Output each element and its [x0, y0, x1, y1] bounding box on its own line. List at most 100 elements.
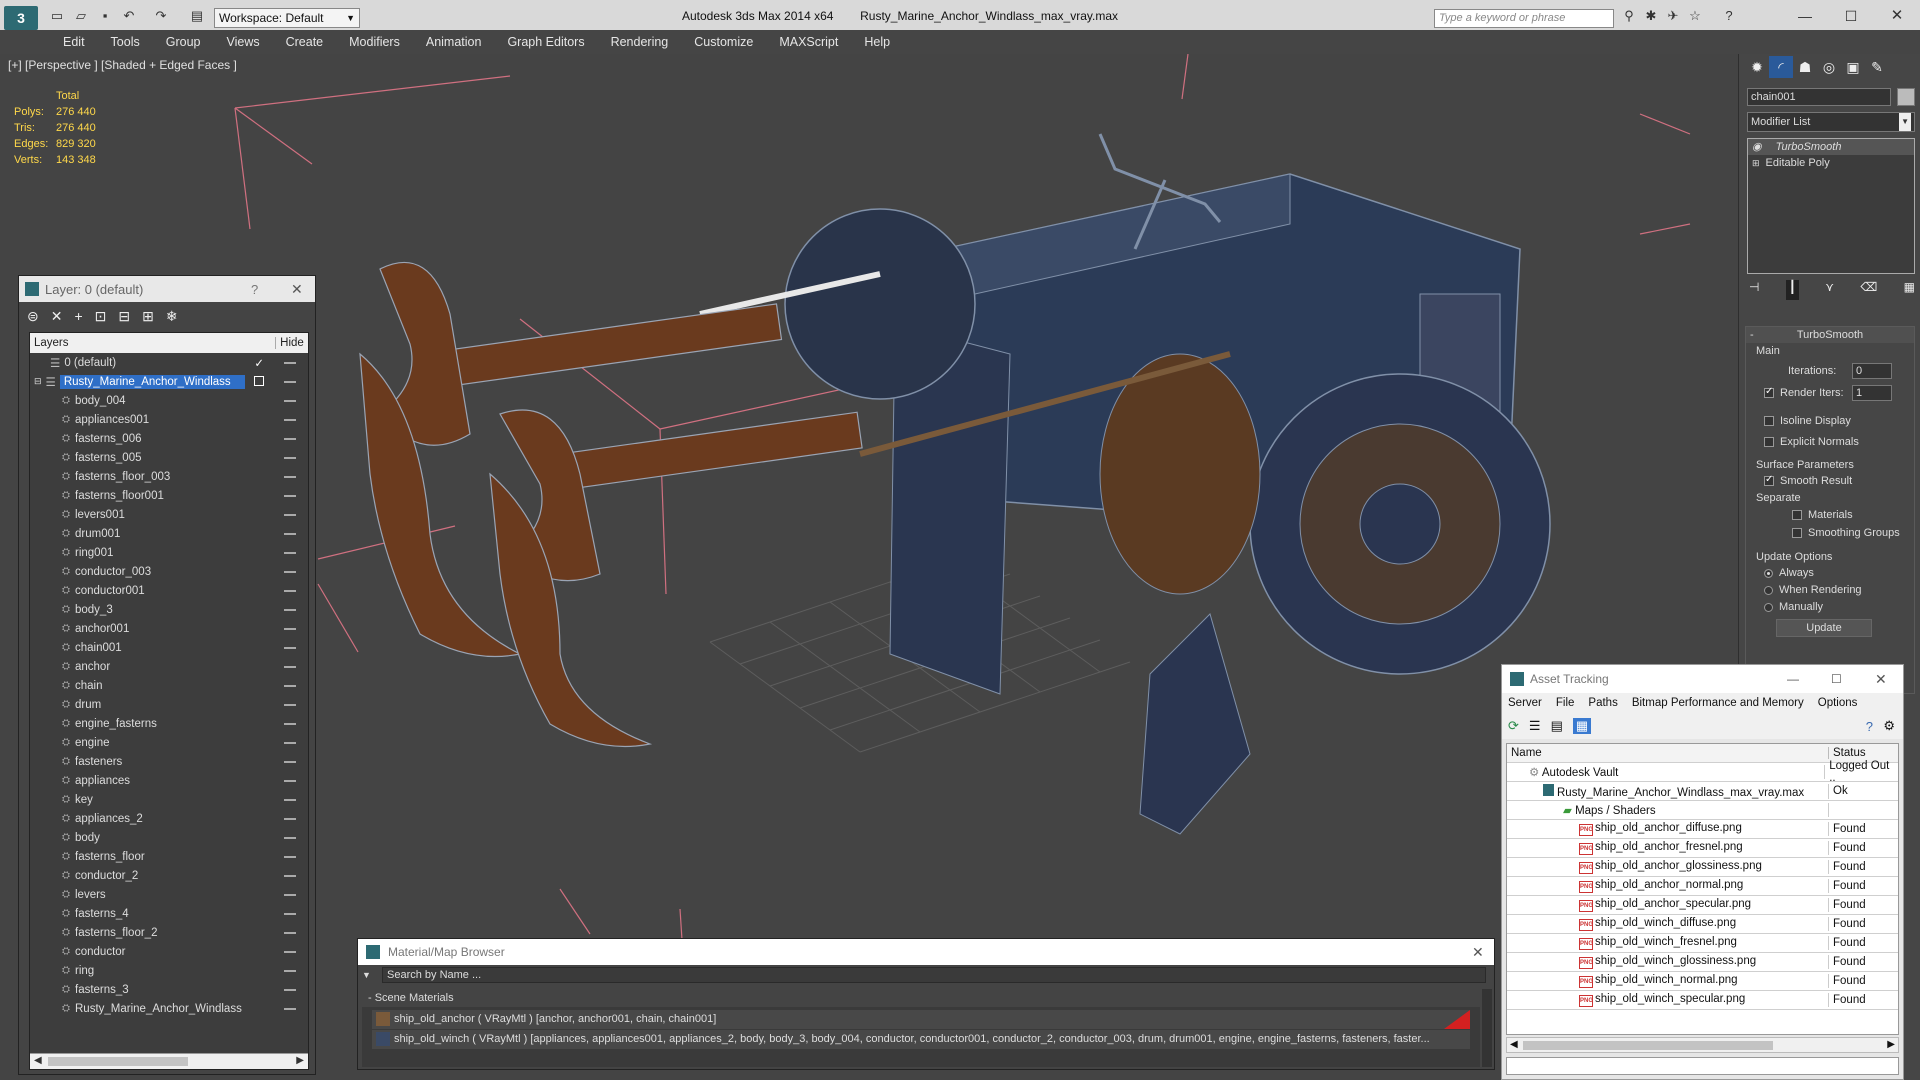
- settings-icon[interactable]: ⚙: [1883, 718, 1895, 734]
- light-bulb-icon[interactable]: ◉: [1752, 141, 1762, 153]
- materials-checkbox[interactable]: Materials: [1792, 509, 1853, 521]
- modifier-list-dropdown[interactable]: Modifier List ▼: [1747, 112, 1915, 132]
- layer-object-row[interactable]: ⛭ fasterns_4: [30, 904, 308, 923]
- select-objects-icon[interactable]: ⊡: [95, 308, 107, 325]
- make-unique-icon[interactable]: ⋎: [1825, 280, 1834, 300]
- hide-toggle[interactable]: [284, 856, 296, 858]
- menu-graph-editors[interactable]: Graph Editors: [494, 30, 597, 54]
- layer-object-row[interactable]: ⛭ fasterns_floor_2: [30, 923, 308, 942]
- motion-tab-icon[interactable]: ◎: [1817, 56, 1841, 78]
- hide-toggle[interactable]: [284, 913, 296, 915]
- material-search-input[interactable]: Search by Name ...: [382, 967, 1486, 983]
- asset-hscrollbar[interactable]: ◀ ▶: [1506, 1037, 1899, 1053]
- grid-view-icon[interactable]: ▦: [1572, 718, 1592, 734]
- layer-object-row[interactable]: ⛭ Rusty_Marine_Anchor_Windlass: [30, 999, 308, 1018]
- show-end-result-icon[interactable]: ┃: [1785, 280, 1799, 300]
- material-vscrollbar[interactable]: [1482, 989, 1492, 1067]
- layer-object-row[interactable]: ⛭ appliances: [30, 771, 308, 790]
- menu-maxscript[interactable]: MAXScript: [766, 30, 851, 54]
- hide-toggle[interactable]: [284, 590, 296, 592]
- layer-object-row[interactable]: ⛭ conductor001: [30, 581, 308, 600]
- create-layer-icon[interactable]: ⊜: [27, 308, 39, 325]
- layer-list-scrollbar[interactable]: ◀ ▶: [30, 1053, 308, 1069]
- radio-selected[interactable]: [1764, 568, 1773, 578]
- asset-menu-options[interactable]: Options: [1818, 697, 1858, 709]
- help-icon[interactable]: ?: [251, 282, 291, 297]
- when-rendering-radio[interactable]: When Rendering: [1764, 584, 1862, 596]
- layer-object-row[interactable]: ⛭ drum: [30, 695, 308, 714]
- layer-row-default[interactable]: ☰ 0 (default) ✓: [30, 353, 308, 372]
- help-icon[interactable]: ?: [1720, 8, 1738, 24]
- asset-row-map[interactable]: PNG ship_old_winch_specular.png Found: [1507, 991, 1898, 1010]
- hide-toggle[interactable]: [284, 837, 296, 839]
- display-tab-icon[interactable]: ▣: [1841, 56, 1865, 78]
- manually-radio[interactable]: Manually: [1764, 601, 1823, 613]
- menu-tools[interactable]: Tools: [98, 30, 153, 54]
- scroll-left-icon[interactable]: ◀: [1510, 1039, 1518, 1050]
- asset-menu-bitmap[interactable]: Bitmap Performance and Memory: [1632, 697, 1804, 709]
- asset-row-map[interactable]: PNG ship_old_anchor_fresnel.png Found: [1507, 839, 1898, 858]
- delete-layer-icon[interactable]: ✕: [51, 308, 63, 325]
- layers-column-header[interactable]: Layers: [30, 337, 276, 349]
- maximize-icon[interactable]: ☐: [1842, 8, 1860, 24]
- iterations-spinner[interactable]: 0: [1852, 363, 1892, 379]
- hide-toggle[interactable]: [284, 780, 296, 782]
- highlight-layer-icon[interactable]: ⊟: [118, 308, 130, 325]
- material-item[interactable]: ship_old_anchor ( VRayMtl ) [anchor, anc…: [372, 1010, 1470, 1029]
- minimize-icon[interactable]: —: [1796, 8, 1814, 24]
- asset-row-map[interactable]: PNG ship_old_winch_normal.png Found: [1507, 972, 1898, 991]
- hide-toggle[interactable]: [284, 742, 296, 744]
- object-color-swatch[interactable]: [1897, 88, 1915, 106]
- close-icon[interactable]: ✕: [1472, 944, 1494, 961]
- save-icon[interactable]: ▪: [96, 8, 114, 24]
- layer-object-row[interactable]: ⛭ engine: [30, 733, 308, 752]
- hide-toggle[interactable]: [284, 571, 296, 573]
- viewport-label[interactable]: [+] [Perspective ] [Shaded + Edged Faces…: [8, 58, 237, 72]
- asset-row-map[interactable]: PNG ship_old_anchor_specular.png Found: [1507, 896, 1898, 915]
- communication-icon[interactable]: ✈: [1664, 8, 1682, 24]
- layer-object-row[interactable]: ⛭ key: [30, 790, 308, 809]
- hide-toggle[interactable]: [284, 704, 296, 706]
- menu-group[interactable]: Group: [153, 30, 214, 54]
- layer-row-selected[interactable]: ⊟ ☰ Rusty_Marine_Anchor_Windlass: [30, 372, 308, 391]
- utilities-tab-icon[interactable]: ✎: [1865, 56, 1889, 78]
- layer-object-row[interactable]: ⛭ body_3: [30, 600, 308, 619]
- layer-object-row[interactable]: ⛭ appliances001: [30, 410, 308, 429]
- checkbox-unchecked[interactable]: [1792, 510, 1802, 521]
- update-button[interactable]: Update: [1776, 619, 1872, 637]
- hide-toggle[interactable]: [284, 552, 296, 554]
- hide-toggle[interactable]: [284, 875, 296, 877]
- close-icon[interactable]: ✕: [1875, 671, 1903, 688]
- checkbox-checked[interactable]: [1764, 386, 1774, 399]
- menu-customize[interactable]: Customize: [681, 30, 766, 54]
- close-icon[interactable]: ✕: [1888, 8, 1906, 24]
- scene-materials-header[interactable]: - Scene Materials: [362, 989, 1480, 1007]
- layer-object-row[interactable]: ⛭ ring001: [30, 543, 308, 562]
- asset-row-vault[interactable]: ⚙ Autodesk Vault Logged Out ..: [1507, 760, 1898, 784]
- current-layer-box-icon[interactable]: [254, 376, 264, 386]
- undo-icon[interactable]: ↶: [120, 8, 138, 24]
- asset-row-map[interactable]: PNG ship_old_anchor_diffuse.png Found: [1507, 820, 1898, 839]
- collapse-icon[interactable]: ⊟: [34, 376, 42, 387]
- name-column-header[interactable]: Name: [1507, 747, 1829, 759]
- menu-help[interactable]: Help: [851, 30, 903, 54]
- menu-views[interactable]: Views: [213, 30, 272, 54]
- list-view-icon[interactable]: ☰: [1529, 718, 1541, 734]
- hide-toggle[interactable]: [284, 533, 296, 535]
- layer-object-row[interactable]: ⛭ anchor: [30, 657, 308, 676]
- hierarchy-tab-icon[interactable]: ☗: [1793, 56, 1817, 78]
- radio-unselected[interactable]: [1764, 585, 1773, 595]
- expand-icon[interactable]: ⊞: [1752, 158, 1760, 168]
- menu-rendering[interactable]: Rendering: [598, 30, 682, 54]
- star-icon[interactable]: ☆: [1686, 8, 1704, 24]
- hide-toggle[interactable]: [284, 647, 296, 649]
- app-logo[interactable]: 3: [4, 6, 38, 30]
- options-dropdown-icon[interactable]: ▼: [362, 970, 382, 980]
- layer-object-row[interactable]: ⛭ fasterns_3: [30, 980, 308, 999]
- layer-object-row[interactable]: ⛭ conductor: [30, 942, 308, 961]
- layer-object-row[interactable]: ⛭ conductor_003: [30, 562, 308, 581]
- add-to-layer-icon[interactable]: +: [74, 308, 82, 324]
- layer-object-row[interactable]: ⛭ body_004: [30, 391, 308, 410]
- hide-toggle[interactable]: [284, 666, 296, 668]
- hide-toggle[interactable]: [284, 476, 296, 478]
